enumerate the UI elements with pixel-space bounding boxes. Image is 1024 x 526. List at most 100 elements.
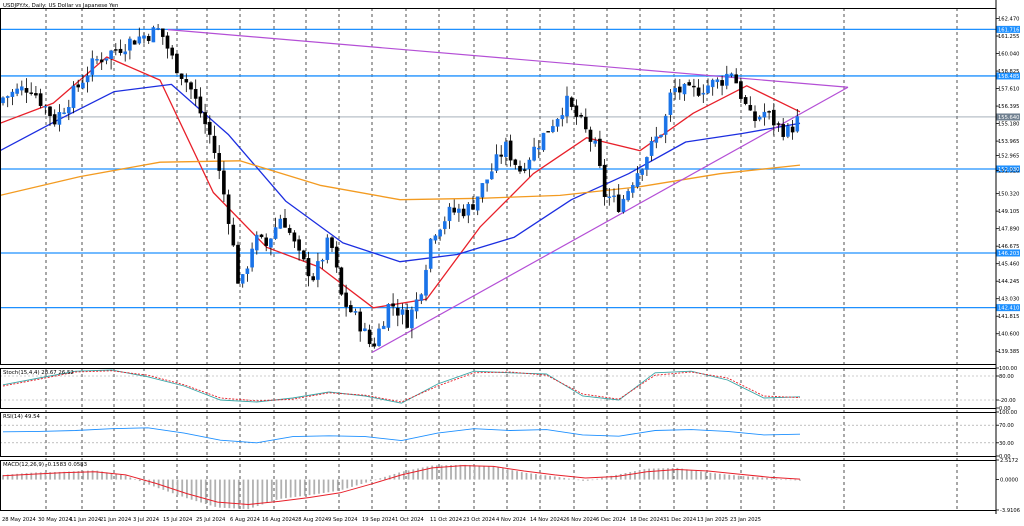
macd-histogram-bar xyxy=(553,476,556,480)
macd-histogram-bar xyxy=(214,479,217,507)
macd-histogram-bar xyxy=(662,468,665,480)
candle-body xyxy=(71,85,76,109)
macd-histogram-bar xyxy=(134,479,136,480)
macd-histogram-bar xyxy=(596,478,599,480)
macd-histogram-bar xyxy=(289,479,292,498)
candle-body xyxy=(457,208,461,213)
x-tick-label: 4 Nov 2024 xyxy=(496,517,527,523)
candle-body xyxy=(508,140,513,161)
macd-histogram-bar xyxy=(681,468,684,480)
candle-body xyxy=(146,36,151,41)
candle-body xyxy=(640,169,644,175)
candle-body xyxy=(626,191,630,201)
macd-histogram-bar xyxy=(487,466,490,480)
candle-body xyxy=(179,73,184,79)
macd-histogram-bar xyxy=(360,479,363,485)
macd-histogram-bar xyxy=(619,473,622,480)
level-tag-label: 146.203 xyxy=(998,251,1019,257)
macd-histogram-bar xyxy=(119,474,122,480)
candle-body xyxy=(522,169,527,171)
candle-body xyxy=(316,261,320,280)
macd-histogram-bar xyxy=(506,469,509,480)
x-tick-label: 3 Jul 2024 xyxy=(133,517,160,523)
candle-body xyxy=(616,194,621,212)
macd-histogram-bar xyxy=(303,479,306,496)
stoch-y-tick-label: 80.00 xyxy=(999,374,1014,380)
candle-body xyxy=(217,152,222,171)
macd-histogram-bar xyxy=(775,478,778,480)
macd-histogram-bar xyxy=(421,467,424,480)
x-tick-label: 28 May 2024 xyxy=(2,517,37,523)
price-y-tick-label: 156.395 xyxy=(998,104,1019,110)
macd-histogram-bar xyxy=(228,479,231,509)
macd-y-tick-label: -3.9106 xyxy=(1000,508,1020,514)
macd-histogram-bar xyxy=(138,479,141,482)
macd-histogram-bar xyxy=(535,474,537,480)
price-y-tick-label: 161.255 xyxy=(998,34,1019,40)
price-y-tick-label: 152.965 xyxy=(998,154,1019,160)
macd-histogram-bar xyxy=(176,479,179,495)
macd-histogram-bar xyxy=(195,479,198,502)
price-y-tick-label: 157.610 xyxy=(998,87,1019,93)
macd-histogram-bar xyxy=(638,470,641,480)
macd-histogram-bar xyxy=(365,479,368,483)
candle-body xyxy=(43,106,48,108)
macd-histogram-bar xyxy=(629,472,632,480)
macd-histogram-bar xyxy=(270,479,273,502)
candle-body xyxy=(762,111,767,118)
candle-body xyxy=(579,114,583,117)
candle-body xyxy=(278,218,283,229)
candle-body xyxy=(193,89,198,99)
candle-body xyxy=(424,269,428,296)
candle-body xyxy=(767,111,771,113)
macd-histogram-bar xyxy=(634,471,636,480)
x-tick-label: 11 Jun 2024 xyxy=(70,517,102,523)
candle-body xyxy=(367,329,372,345)
macd-histogram-bar xyxy=(322,479,325,493)
candle-body xyxy=(480,183,485,198)
macd-histogram-bar xyxy=(516,471,518,480)
candle-body xyxy=(320,259,325,262)
candle-body xyxy=(363,328,367,331)
x-tick-label: 15 Jul 2024 xyxy=(163,517,193,523)
macd-histogram-bar xyxy=(789,479,792,481)
macd-histogram-bar xyxy=(718,473,721,480)
candle-body xyxy=(189,82,193,90)
macd-histogram-bar xyxy=(233,479,235,509)
candle-body xyxy=(753,111,757,122)
candle-body xyxy=(212,135,217,154)
x-tick-label: 23 Jan 2025 xyxy=(730,517,761,523)
macd-histogram-bar xyxy=(497,467,500,480)
candle-body xyxy=(748,104,753,111)
macd-histogram-bar xyxy=(464,464,467,480)
macd-histogram-bar xyxy=(794,479,797,481)
candle-body xyxy=(29,92,34,94)
macd-histogram-bar xyxy=(275,479,278,500)
macd-histogram-bar xyxy=(766,477,768,480)
candle-body xyxy=(1,97,5,104)
x-tick-label: 28 Aug 2024 xyxy=(295,517,329,523)
candle-body xyxy=(419,294,424,301)
macd-histogram-bar xyxy=(209,479,212,506)
x-tick-label: 11 Oct 2024 xyxy=(430,517,463,523)
macd-histogram-bar xyxy=(266,479,268,503)
candle-body xyxy=(306,258,311,277)
price-y-tick-label: 162.470 xyxy=(998,17,1019,23)
price-y-tick-label: 160.040 xyxy=(998,52,1019,58)
stoch-header: Stoch(15,4,4) 28.67 26.52 xyxy=(3,370,74,376)
macd-histogram-bar xyxy=(799,479,801,481)
candle-body xyxy=(137,36,142,44)
candle-body xyxy=(494,154,499,171)
candle-body xyxy=(160,28,165,37)
macd-histogram-bar xyxy=(572,479,575,480)
candle-body xyxy=(231,224,236,246)
macd-histogram-bar xyxy=(577,479,580,481)
candle-body xyxy=(673,88,677,93)
macd-histogram-bar xyxy=(770,478,773,480)
macd-histogram-bar xyxy=(318,479,320,494)
candle-body xyxy=(165,35,170,49)
candle-body xyxy=(128,38,132,51)
macd-histogram-bar xyxy=(544,475,547,480)
candle-body xyxy=(786,125,790,137)
candle-body xyxy=(334,246,339,268)
